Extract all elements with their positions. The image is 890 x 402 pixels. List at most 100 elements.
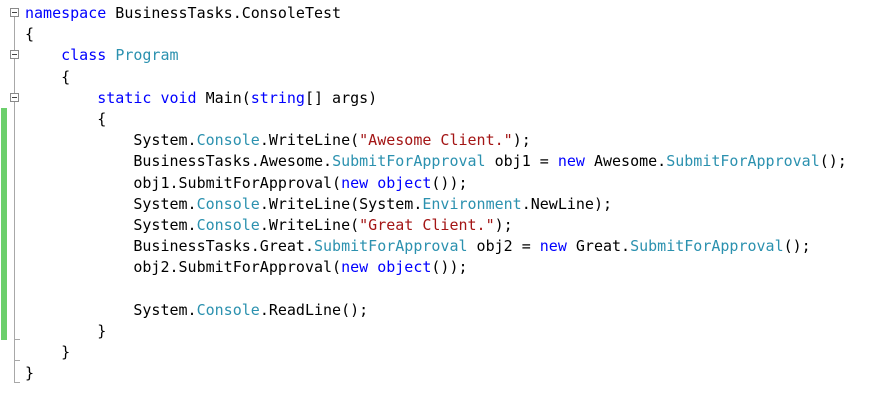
keyword: object — [377, 173, 432, 192]
code-text: Awesome. — [584, 152, 667, 171]
type-name: SubmitForApproval — [630, 237, 784, 256]
code-line[interactable]: } — [25, 363, 847, 384]
keyword: new — [341, 258, 369, 277]
code-text: (); — [783, 237, 811, 256]
code-text: Great. — [566, 237, 631, 256]
keyword: class — [61, 46, 107, 65]
outline-guide-namespace-end — [14, 382, 20, 383]
code-text: { — [25, 25, 35, 44]
code-line[interactable]: } — [25, 321, 847, 342]
keyword: namespace — [25, 4, 107, 22]
type-name: Console — [196, 194, 260, 213]
outline-guide-class-end — [14, 360, 20, 361]
code-text: ); — [494, 215, 513, 234]
keyword: object — [377, 258, 432, 277]
outline-guide-method — [14, 102, 15, 339]
code-text: Main( — [196, 88, 251, 107]
keyword: new — [557, 152, 585, 171]
type-name: SubmitForApproval — [332, 152, 486, 171]
code-text: System. — [133, 131, 197, 150]
collapse-method-icon[interactable] — [10, 93, 19, 102]
type-name: Console — [196, 300, 260, 319]
code-text: [] args) — [304, 88, 378, 107]
keyword: new — [539, 237, 567, 256]
type-name: Environment — [422, 194, 522, 213]
code-text: ()); — [431, 258, 468, 277]
code-line[interactable]: { — [25, 67, 847, 88]
code-text: .ReadLine(); — [259, 300, 369, 319]
code-line[interactable]: namespace BusinessTasks.ConsoleTest — [25, 3, 847, 24]
keyword: string — [250, 88, 305, 107]
code-line[interactable]: { — [25, 24, 847, 45]
collapse-class-icon[interactable] — [10, 50, 19, 59]
type-name: Console — [196, 215, 260, 234]
code-text: BusinessTasks.Great. — [133, 237, 314, 256]
keyword: new — [341, 173, 369, 192]
code-text: (); — [819, 152, 847, 171]
code-text: .WriteLine( — [259, 131, 360, 150]
code-text: BusinessTasks.Awesome. — [133, 152, 333, 171]
type-name: Console — [196, 131, 260, 150]
code-text: .WriteLine( — [259, 215, 360, 234]
outline-guide-method-end — [14, 339, 20, 340]
code-text: ); — [512, 131, 531, 150]
code-line[interactable]: obj2.SubmitForApproval(new object()); — [25, 257, 847, 278]
keyword: static — [97, 88, 152, 107]
code-editor[interactable]: namespace BusinessTasks.ConsoleTest{ cla… — [0, 0, 890, 402]
code-text: obj2 = — [467, 237, 540, 256]
code-text: } — [97, 321, 107, 340]
code-text: } — [61, 343, 71, 361]
code-line[interactable]: System.Console.WriteLine("Awesome Client… — [25, 130, 847, 151]
code-text-area[interactable]: namespace BusinessTasks.ConsoleTest{ cla… — [25, 3, 847, 384]
keyword: void — [160, 88, 197, 107]
code-line[interactable]: System.Console.WriteLine(System.Environm… — [25, 194, 847, 215]
code-line[interactable]: System.Console.ReadLine(); — [25, 300, 847, 321]
code-text: BusinessTasks.ConsoleTest — [106, 4, 342, 22]
code-line[interactable]: } — [25, 342, 847, 363]
code-text: obj1.SubmitForApproval( — [133, 173, 342, 192]
code-text: System. — [133, 215, 197, 234]
code-line[interactable] — [25, 278, 847, 299]
code-text: System. — [133, 194, 197, 213]
code-line[interactable]: BusinessTasks.Awesome.SubmitForApproval … — [25, 151, 847, 172]
code-line[interactable]: class Program — [25, 45, 847, 66]
code-text: { — [97, 109, 107, 128]
code-text: .WriteLine(System. — [259, 194, 423, 213]
code-line[interactable]: BusinessTasks.Great.SubmitForApproval ob… — [25, 236, 847, 257]
code-text: ()); — [431, 173, 468, 192]
string-literal: "Awesome Client." — [359, 131, 513, 150]
type-name: Program — [115, 46, 179, 65]
code-line[interactable]: { — [25, 109, 847, 130]
type-name: SubmitForApproval — [666, 152, 820, 171]
code-text: { — [61, 67, 71, 86]
collapse-namespace-icon[interactable] — [10, 8, 19, 17]
code-line[interactable]: static void Main(string[] args) — [25, 88, 847, 109]
code-text: obj2.SubmitForApproval( — [133, 258, 342, 277]
code-text: } — [25, 364, 35, 383]
code-text: System. — [133, 300, 197, 319]
changed-lines-marker — [1, 108, 7, 340]
code-text: obj1 = — [485, 152, 558, 171]
string-literal: "Great Client." — [359, 215, 495, 234]
code-text: .NewLine); — [521, 194, 613, 213]
code-line[interactable]: System.Console.WriteLine("Great Client."… — [25, 215, 847, 236]
type-name: SubmitForApproval — [314, 237, 468, 256]
code-line[interactable]: obj1.SubmitForApproval(new object()); — [25, 173, 847, 194]
